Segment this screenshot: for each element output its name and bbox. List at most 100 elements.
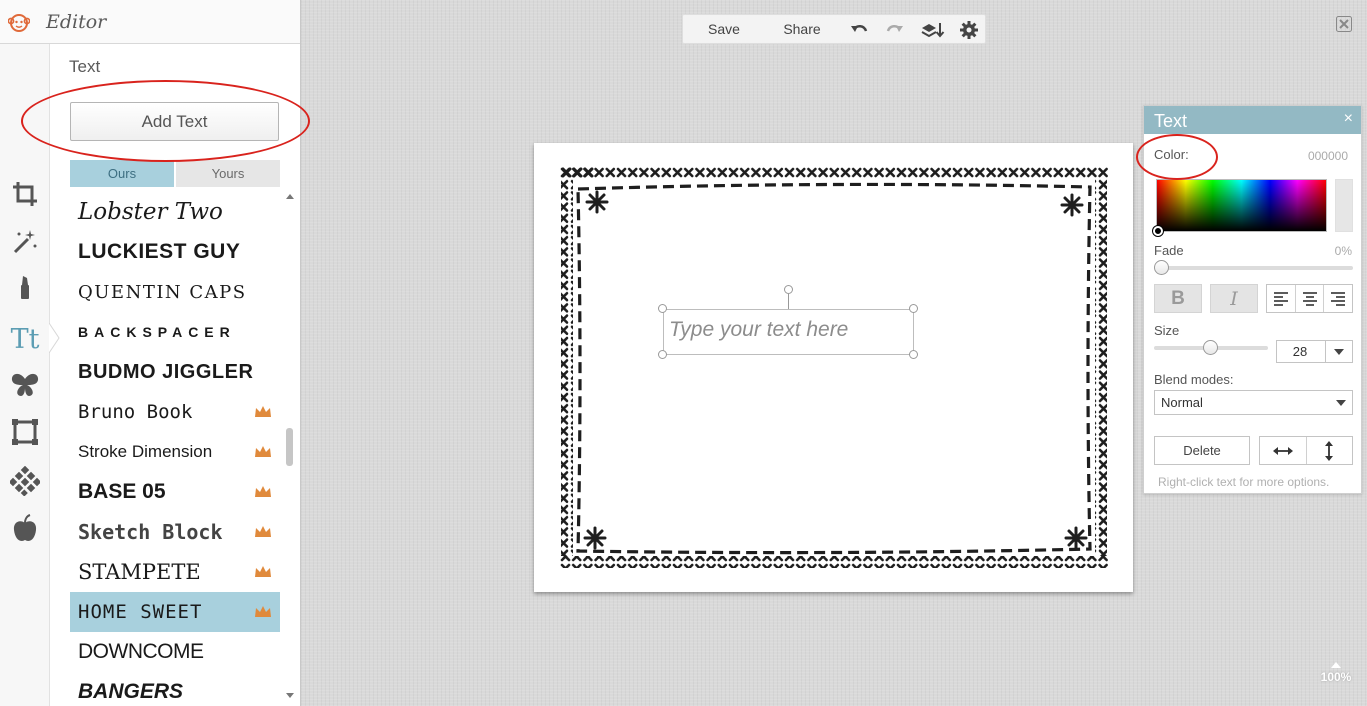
premium-crown-icon: [255, 606, 271, 617]
font-list-scrollbar[interactable]: [285, 192, 295, 706]
undo-icon[interactable]: [849, 20, 869, 40]
font-name: QUENTIN CAPS: [78, 281, 247, 303]
premium-crown-icon: [255, 486, 271, 497]
rotate-handle-stem: [788, 294, 789, 309]
font-name: DOWNCOME: [78, 640, 204, 663]
tab-yours[interactable]: Yours: [176, 160, 280, 187]
top-toolbar: Save Share: [682, 14, 986, 44]
fade-slider-knob[interactable]: [1154, 260, 1169, 275]
font-name: Sketch Block: [78, 520, 223, 544]
size-slider-knob[interactable]: [1203, 340, 1218, 355]
sidebar: Editor Tt Text Add Text Ours Yours Lobst…: [0, 0, 310, 706]
texture-tool-icon[interactable]: [8, 464, 42, 498]
text-box[interactable]: Type your text here: [663, 309, 914, 355]
apple-tool-icon[interactable]: [8, 512, 42, 546]
active-tool-caret-icon: [49, 323, 60, 353]
delete-button[interactable]: Delete: [1154, 436, 1250, 465]
settings-gear-icon[interactable]: [959, 20, 979, 40]
redo-icon[interactable]: [885, 20, 905, 40]
color-picker-handle[interactable]: [1153, 226, 1163, 236]
font-item-quentin-caps[interactable]: QUENTIN CAPS: [70, 272, 280, 312]
font-name: LUCKIEST GUY: [78, 240, 241, 263]
close-icon[interactable]: ×: [1344, 110, 1353, 128]
text-box-placeholder[interactable]: Type your text here: [669, 318, 848, 342]
font-name: BANGERS: [78, 680, 184, 703]
zoom-value: 100%: [1320, 670, 1352, 684]
color-spectrum[interactable]: [1156, 179, 1327, 232]
panel-title: Text: [1154, 111, 1188, 131]
fade-label: Fade: [1154, 243, 1184, 258]
align-right-icon[interactable]: [1324, 285, 1352, 312]
color-hex-value[interactable]: 000000: [1308, 149, 1348, 163]
magic-wand-tool-icon[interactable]: [8, 224, 42, 258]
layers-icon[interactable]: [921, 20, 945, 40]
premium-crown-icon: [255, 526, 271, 537]
font-name: Stroke Dimension: [78, 442, 213, 461]
font-item-bangers[interactable]: BANGERS: [70, 672, 280, 706]
tab-ours[interactable]: Ours: [70, 160, 174, 187]
panel-heading: Text: [69, 57, 101, 76]
font-item-home-sweet[interactable]: HOME SWEET: [70, 592, 280, 632]
panel-header[interactable]: Text ×: [1144, 106, 1361, 134]
size-label: Size: [1154, 323, 1180, 338]
frame-tool-icon[interactable]: [8, 415, 42, 449]
resize-handle-bottom-right[interactable]: [909, 350, 918, 359]
app-header: Editor: [0, 0, 300, 44]
canvas-card[interactable]: [534, 143, 1133, 592]
size-select[interactable]: 28: [1276, 340, 1353, 363]
blend-modes-label: Blend modes:: [1154, 372, 1234, 387]
resize-handle-top-right[interactable]: [909, 304, 918, 313]
font-item-backspacer[interactable]: BACKSPACER: [70, 312, 280, 352]
font-item-base-05[interactable]: BASE 05: [70, 472, 280, 512]
fade-slider-track[interactable]: [1162, 266, 1353, 270]
premium-crown-icon: [255, 406, 271, 417]
font-item-bruno-book[interactable]: Bruno Book: [70, 392, 280, 432]
panel-hint: Right-click text for more options.: [1158, 475, 1330, 489]
crop-tool-icon[interactable]: [8, 177, 42, 211]
font-item-sketch-block[interactable]: Sketch Block: [70, 512, 280, 552]
text-tool-icon[interactable]: Tt: [8, 322, 42, 356]
resize-handle-top-left[interactable]: [658, 304, 667, 313]
font-source-tabs: Ours Yours: [70, 160, 280, 187]
butterfly-tool-icon[interactable]: [8, 368, 42, 402]
rotate-handle[interactable]: [784, 285, 793, 294]
font-item-stroke-dimension[interactable]: Stroke Dimension: [70, 432, 280, 472]
scroll-down-arrow-icon[interactable]: [286, 693, 294, 698]
flip-vertical-icon[interactable]: [1307, 437, 1353, 464]
italic-button[interactable]: I: [1210, 284, 1258, 313]
flip-group: [1259, 436, 1353, 465]
font-name: BACKSPACER: [78, 324, 236, 340]
blend-mode-select[interactable]: Normal: [1154, 390, 1353, 415]
chevron-down-icon: [1336, 400, 1346, 406]
scroll-up-arrow-icon[interactable]: [286, 194, 294, 199]
size-value: 28: [1292, 344, 1308, 359]
fade-value: 0%: [1334, 244, 1352, 258]
align-left-icon[interactable]: [1267, 285, 1296, 312]
chevron-down-icon: [1334, 349, 1344, 355]
font-item-budmo-jiggler[interactable]: BUDMO JIGGLER: [70, 352, 280, 392]
add-text-button[interactable]: Add Text: [70, 102, 279, 141]
align-center-icon[interactable]: [1296, 285, 1325, 312]
resize-handle-bottom-left[interactable]: [658, 350, 667, 359]
scroll-thumb[interactable]: [286, 428, 293, 466]
blend-mode-value: Normal: [1161, 395, 1203, 410]
premium-crown-icon: [255, 446, 271, 457]
bold-button[interactable]: B: [1154, 284, 1202, 313]
flip-horizontal-icon[interactable]: [1260, 437, 1307, 464]
font-name: Lobster Two: [78, 199, 223, 225]
decorative-border: [560, 167, 1108, 568]
font-list: Lobster Two LUCKIEST GUY QUENTIN CAPS BA…: [70, 192, 280, 706]
monkey-logo-icon: [8, 14, 30, 32]
font-item-stampete[interactable]: STAMPETE: [70, 552, 280, 592]
touch-up-tool-icon[interactable]: [8, 270, 42, 304]
save-button[interactable]: Save: [701, 15, 747, 43]
close-editor-icon[interactable]: [1336, 16, 1352, 32]
font-item-luckiest-guy[interactable]: LUCKIEST GUY: [70, 232, 280, 272]
tool-rail: Tt: [0, 44, 50, 706]
font-name: Bruno Book: [78, 401, 193, 423]
font-item-lobster-two[interactable]: Lobster Two: [70, 192, 280, 232]
share-button[interactable]: Share: [779, 15, 825, 43]
zoom-indicator[interactable]: 100%: [1316, 662, 1356, 692]
color-swatch[interactable]: [1335, 179, 1353, 232]
font-item-downcome[interactable]: DOWNCOME: [70, 632, 280, 672]
